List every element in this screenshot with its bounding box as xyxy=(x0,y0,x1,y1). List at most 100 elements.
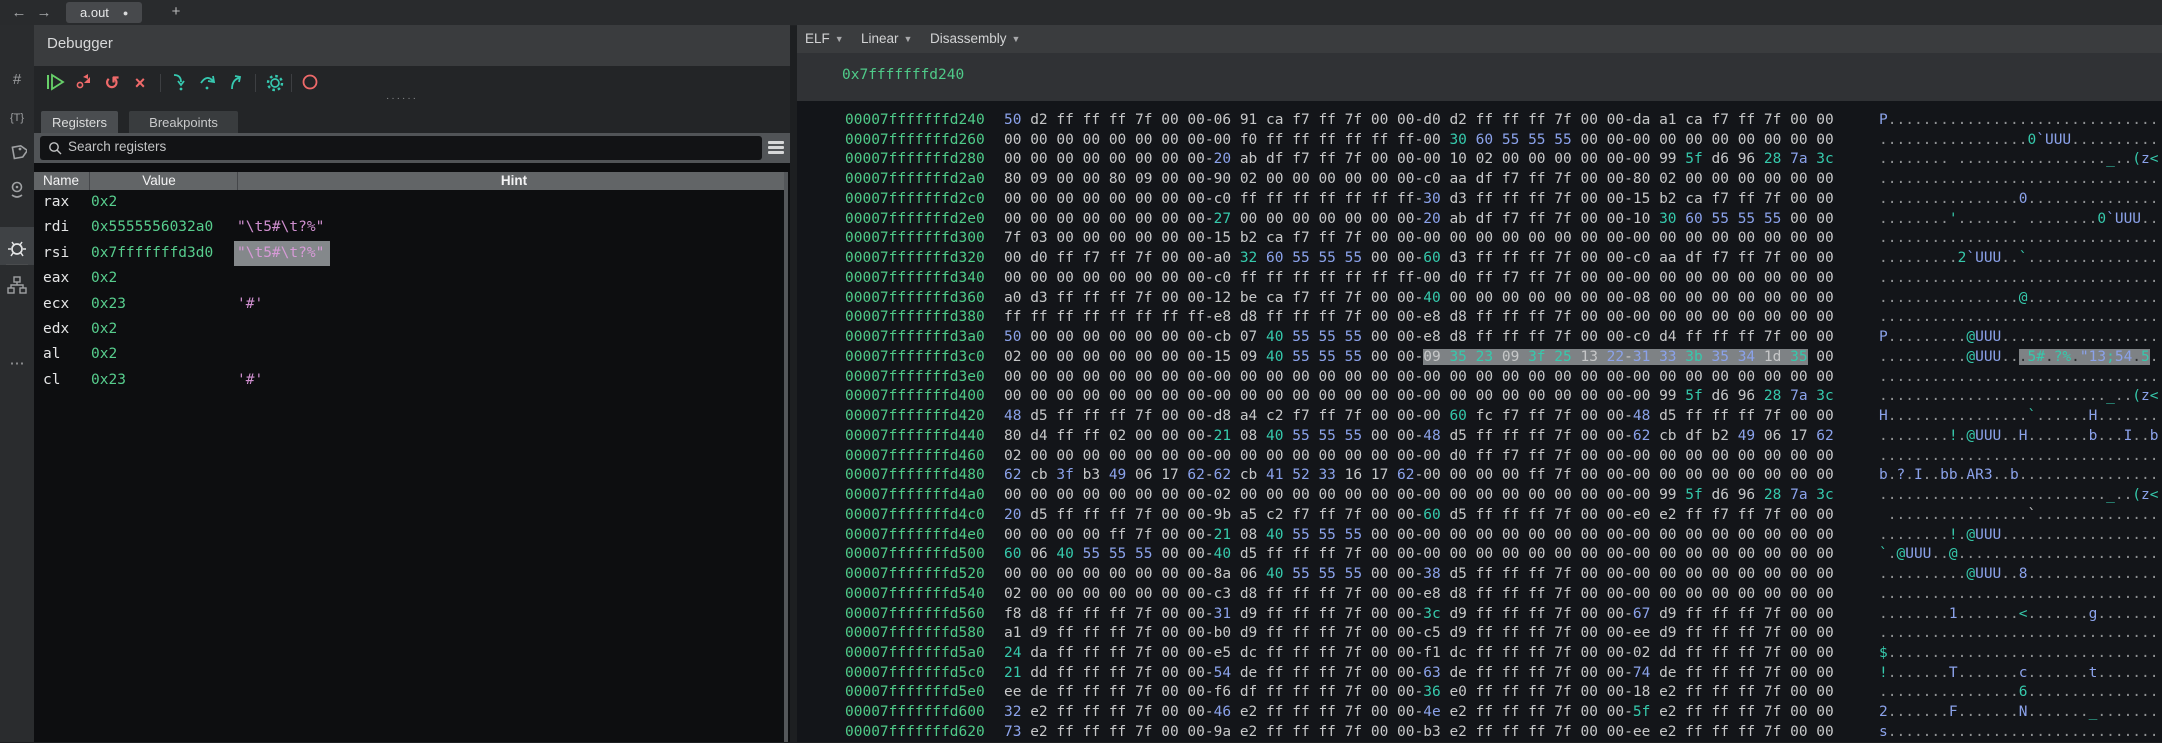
hex-row-ascii[interactable]: ................6............... xyxy=(1879,683,2159,703)
hex-row[interactable]: 00007fffffffd46002 00 00 00 00 00 00 00-… xyxy=(845,447,2162,467)
hex-row[interactable]: 00007fffffffd3007f 03 00 00 00 00 00 00-… xyxy=(845,229,2162,249)
hex-row-ascii[interactable]: ................................ xyxy=(1879,308,2159,328)
hex-row-ascii[interactable]: ........ ................._..(z< xyxy=(1879,150,2159,170)
tab-breakpoints[interactable]: Breakpoints xyxy=(129,111,238,133)
stop-button[interactable]: × xyxy=(128,71,152,95)
hex-row[interactable]: 00007fffffffd60032 e2 ff ff ff 7f 00 00-… xyxy=(845,703,2162,723)
hex-row[interactable]: 00007fffffffd4a000 00 00 00 00 00 00 00-… xyxy=(845,486,2162,506)
hex-row[interactable]: 00007fffffffd62073 e2 ff ff ff 7f 00 00-… xyxy=(845,723,2162,743)
hex-row-bytes[interactable]: 00 00 00 00 00 00 00 00-00 f0 ff ff ff f… xyxy=(1004,131,1834,151)
tab-registers[interactable]: Registers xyxy=(41,111,118,133)
hex-row-bytes[interactable]: 00 00 00 00 00 00 00 00-02 00 00 00 00 0… xyxy=(1004,486,1834,506)
hex-row-ascii[interactable]: ..........@UUU..8............... xyxy=(1879,565,2159,585)
register-row[interactable]: eax0x2 xyxy=(34,266,784,291)
view-type-dropdown[interactable]: Disassembly▼ xyxy=(930,25,1020,53)
hex-row-bytes[interactable]: 00 00 00 00 ff 7f 00 00-21 08 40 55 55 5… xyxy=(1004,526,1834,546)
hex-row[interactable]: 00007fffffffd3c002 00 00 00 00 00 00 00-… xyxy=(845,348,2162,368)
hex-row-bytes[interactable]: 00 00 00 00 00 00 00 00-27 00 00 00 00 0… xyxy=(1004,210,1834,230)
debugger-scrollbar[interactable] xyxy=(784,172,788,742)
hex-row-bytes[interactable]: 02 00 00 00 00 00 00 00-00 00 00 00 00 0… xyxy=(1004,447,1834,467)
hex-row-ascii[interactable]: s............................... xyxy=(1879,723,2159,743)
hex-row[interactable]: 00007fffffffd24050 d2 ff ff ff 7f 00 00-… xyxy=(845,111,2162,131)
hex-row[interactable]: 00007fffffffd50060 06 40 55 55 55 00 00-… xyxy=(845,545,2162,565)
hex-row-bytes[interactable]: 7f 03 00 00 00 00 00 00-15 b2 ca f7 ff 7… xyxy=(1004,229,1834,249)
hex-row[interactable]: 00007fffffffd5a024 da ff ff ff 7f 00 00-… xyxy=(845,644,2162,664)
tag-icon[interactable] xyxy=(0,137,34,171)
hex-row[interactable]: 00007fffffffd52000 00 00 00 00 00 00 00-… xyxy=(845,565,2162,585)
hex-row[interactable]: 00007fffffffd3e000 00 00 00 00 00 00 00-… xyxy=(845,368,2162,388)
hex-row-bytes[interactable]: ee de ff ff ff 7f 00 00-f6 df ff ff ff 7… xyxy=(1004,683,1834,703)
hex-row-bytes[interactable]: 73 e2 ff ff ff 7f 00 00-9a e2 ff ff ff 7… xyxy=(1004,723,1834,743)
hex-row[interactable]: 00007fffffffd4e000 00 00 00 ff 7f 00 00-… xyxy=(845,526,2162,546)
memory-map-pin-icon[interactable] xyxy=(0,174,34,208)
hex-row-ascii[interactable]: `.@UUU..@....................... xyxy=(1879,545,2159,565)
hex-row-ascii[interactable]: .........................._..(z< xyxy=(1879,387,2159,407)
layout-dropdown[interactable]: Linear▼ xyxy=(861,25,912,53)
hex-row-bytes[interactable]: 00 00 00 00 00 00 00 00-00 00 00 00 00 0… xyxy=(1004,387,1834,407)
hex-row-bytes[interactable]: 50 00 00 00 00 00 00 00-cb 07 40 55 55 5… xyxy=(1004,328,1834,348)
hex-row[interactable]: 00007fffffffd32000 d0 ff f7 ff 7f 00 00-… xyxy=(845,249,2162,269)
types-icon[interactable]: {T} xyxy=(0,101,34,135)
tab-aout[interactable]: a.out● xyxy=(66,2,142,23)
hamburger-menu-icon[interactable] xyxy=(768,141,784,155)
hex-row-ascii[interactable]: ................................ xyxy=(1879,269,2159,289)
hex-row[interactable]: 00007fffffffd2e000 00 00 00 00 00 00 00-… xyxy=(845,210,2162,230)
hierarchy-icon[interactable] xyxy=(0,269,34,303)
step-over-button[interactable] xyxy=(196,71,220,95)
hex-row-ascii[interactable]: P............................... xyxy=(1879,111,2159,131)
hex-row-ascii[interactable]: ................................ xyxy=(1879,170,2159,190)
hex-row[interactable]: 00007fffffffd5c021 dd ff ff ff 7f 00 00-… xyxy=(845,664,2162,684)
hex-row-bytes[interactable]: 00 00 00 00 00 00 00 00-20 ab df f7 ff 7… xyxy=(1004,150,1834,170)
search-registers-input[interactable]: Search registers xyxy=(40,136,762,160)
hex-row-ascii[interactable]: ........1.......<.......g....... xyxy=(1879,605,2159,625)
hex-row-ascii[interactable]: ................@............... xyxy=(1879,289,2159,309)
more-icon[interactable]: ⋯ xyxy=(0,347,34,381)
hex-row[interactable]: 00007fffffffd2c000 00 00 00 00 00 00 00-… xyxy=(845,190,2162,210)
hex-row-bytes[interactable]: ff ff ff ff ff ff ff ff-e8 d8 ff ff ff 7… xyxy=(1004,308,1834,328)
hex-row-bytes[interactable]: 62 cb 3f b3 49 06 17 62-62 cb 41 52 33 1… xyxy=(1004,466,1834,486)
hex-row[interactable]: 00007fffffffd560f8 d8 ff ff ff 7f 00 00-… xyxy=(845,605,2162,625)
back-arrow-icon[interactable]: ← xyxy=(8,2,30,23)
hex-row[interactable]: 00007fffffffd40000 00 00 00 00 00 00 00-… xyxy=(845,387,2162,407)
hex-row-ascii[interactable]: b.?.I..bb.AR3..b................ xyxy=(1879,466,2159,486)
hex-row-ascii[interactable]: ................................ xyxy=(1879,624,2159,644)
hex-row-bytes[interactable]: a1 d9 ff ff ff 7f 00 00-b0 d9 ff ff ff 7… xyxy=(1004,624,1834,644)
hex-row[interactable]: 00007fffffffd48062 cb 3f b3 49 06 17 62-… xyxy=(845,466,2162,486)
hex-row[interactable]: 00007fffffffd580a1 d9 ff ff ff 7f 00 00-… xyxy=(845,624,2162,644)
hex-row-bytes[interactable]: 80 09 00 00 80 09 00 00-90 02 00 00 00 0… xyxy=(1004,170,1834,190)
register-row[interactable]: rax0x2 xyxy=(34,190,784,215)
hex-row-ascii[interactable]: ................`.............. xyxy=(1879,506,2159,526)
hex-row[interactable]: 00007fffffffd42048 d5 ff ff ff 7f 00 00-… xyxy=(845,407,2162,427)
hex-row-ascii[interactable]: 2.......F.......N......._....... xyxy=(1879,703,2159,723)
hex-row[interactable]: 00007fffffffd360a0 d3 ff ff ff 7f 00 00-… xyxy=(845,289,2162,309)
hex-row[interactable]: 00007fffffffd3a050 00 00 00 00 00 00 00-… xyxy=(845,328,2162,348)
settings-gear-icon[interactable] xyxy=(263,71,287,95)
breakpoint-circle-button[interactable] xyxy=(298,71,322,95)
hex-row-bytes[interactable]: 60 06 40 55 55 55 00 00-40 d5 ff ff ff 7… xyxy=(1004,545,1834,565)
hex-row[interactable]: 00007fffffffd54002 00 00 00 00 00 00 00-… xyxy=(845,585,2162,605)
hex-row-bytes[interactable]: 02 00 00 00 00 00 00 00-15 09 40 55 55 5… xyxy=(1004,348,1834,368)
new-tab-button[interactable]: + xyxy=(166,2,186,23)
hex-row-bytes[interactable]: f8 d8 ff ff ff 7f 00 00-31 d9 ff ff ff 7… xyxy=(1004,605,1834,625)
hex-row-bytes[interactable]: 00 00 00 00 00 00 00 00-c0 ff ff ff ff f… xyxy=(1004,190,1834,210)
hex-row-bytes[interactable]: 80 d4 ff ff 02 00 00 00-21 08 40 55 55 5… xyxy=(1004,427,1834,447)
hex-row-ascii[interactable]: .........2`UUU..`............... xyxy=(1879,249,2159,269)
hex-row-bytes[interactable]: a0 d3 ff ff ff 7f 00 00-12 be ca f7 ff 7… xyxy=(1004,289,1834,309)
forward-arrow-icon[interactable]: → xyxy=(33,2,55,23)
hex-row-ascii[interactable]: ................................ xyxy=(1879,229,2159,249)
hex-row[interactable]: 00007fffffffd4c020 d5 ff ff ff 7f 00 00-… xyxy=(845,506,2162,526)
hex-row-ascii[interactable]: ................................ xyxy=(1879,447,2159,467)
hex-row-ascii[interactable]: !.......T.......c.......t....... xyxy=(1879,664,2159,684)
hex-row-ascii[interactable]: P.........@UUU.................. xyxy=(1879,328,2159,348)
format-dropdown[interactable]: ELF▼ xyxy=(805,25,844,53)
hex-row-ascii[interactable]: ................................ xyxy=(1879,368,2159,388)
hex-row-ascii[interactable]: ........'....... ........0`UUU.. xyxy=(1879,210,2159,230)
register-row[interactable]: edx0x2 xyxy=(34,317,784,342)
register-row[interactable]: rsi0x7fffffffd3d0"\t5#\t?%" xyxy=(34,241,784,266)
hex-row[interactable]: 00007fffffffd28000 00 00 00 00 00 00 00-… xyxy=(845,150,2162,170)
hex-row-bytes[interactable]: 48 d5 ff ff ff 7f 00 00-d8 a4 c2 f7 ff 7… xyxy=(1004,407,1834,427)
hex-row-bytes[interactable]: 32 e2 ff ff ff 7f 00 00-46 e2 ff ff ff 7… xyxy=(1004,703,1834,723)
hex-row-ascii[interactable]: .........................._..(z< xyxy=(1879,486,2159,506)
hex-row[interactable]: 00007fffffffd2a080 09 00 00 80 09 00 00-… xyxy=(845,170,2162,190)
hex-row-bytes[interactable]: 24 da ff ff ff 7f 00 00-e5 dc ff ff ff 7… xyxy=(1004,644,1834,664)
